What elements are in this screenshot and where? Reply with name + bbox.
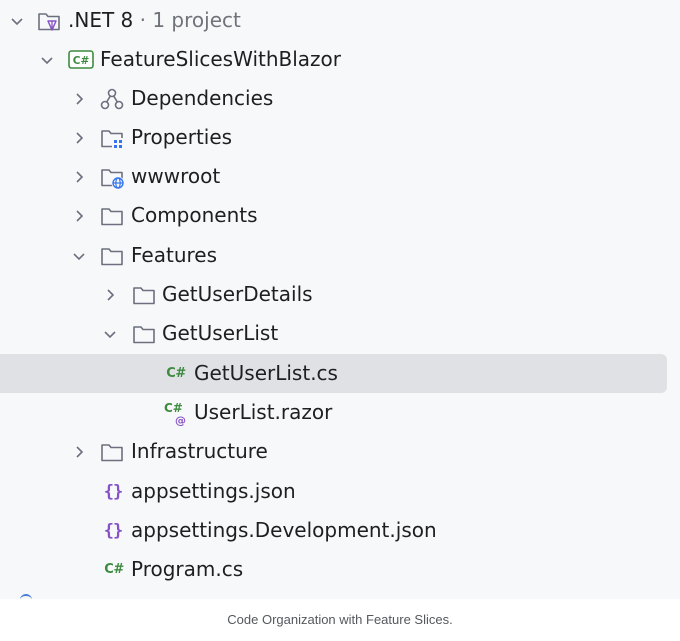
tree-row-get-user-list[interactable]: GetUserList (0, 314, 680, 353)
tree-row-project[interactable]: C# FeatureSlicesWithBlazor (0, 40, 680, 79)
json-glyph: {} (103, 481, 124, 502)
folder-icon (99, 243, 125, 269)
csharp-badge-text: C# (166, 366, 186, 381)
csharp-file-icon: C# (100, 557, 128, 583)
folder-icon (99, 439, 125, 465)
features-label: Features (131, 243, 217, 267)
chevron-right-icon[interactable] (70, 443, 88, 461)
chevron-right-icon[interactable] (70, 168, 88, 186)
razor-csharp-text: C# (164, 401, 183, 415)
user-list-razor-label: UserList.razor (194, 400, 333, 424)
solution-suffix: · 1 project (133, 8, 241, 32)
solution-folder-icon (36, 8, 62, 34)
tree-row-properties[interactable]: Properties (0, 118, 680, 157)
tree-row-features[interactable]: Features (0, 236, 680, 275)
appsettings-development-label: appsettings.Development.json (131, 518, 437, 542)
figure-caption: Code Organization with Feature Slices. (0, 599, 680, 630)
components-label: Components (131, 203, 258, 227)
chevron-down-icon[interactable] (8, 12, 26, 30)
solution-label: .NET 8 · 1 project (68, 1, 241, 40)
tree-row-program[interactable]: C# Program.cs (0, 550, 680, 589)
tree-row-appsettings-development[interactable]: {} appsettings.Development.json (0, 511, 680, 550)
csharp-badge-text: C# (73, 55, 90, 67)
tree-row-infrastructure[interactable]: Infrastructure (0, 432, 680, 471)
get-user-details-label: GetUserDetails (162, 282, 313, 306)
get-user-list-cs-label: GetUserList.cs (194, 361, 338, 385)
json-file-icon: {} (100, 479, 126, 505)
project-label: FeatureSlicesWithBlazor (100, 47, 342, 71)
chevron-down-icon[interactable] (38, 51, 56, 69)
folder-icon (99, 203, 125, 229)
tree-row-wwwroot[interactable]: wwwroot (0, 157, 680, 196)
project-explorer-panel: .NET 8 · 1 project C# FeatureSlicesWithB… (0, 0, 680, 599)
tree-row-get-user-details[interactable]: GetUserDetails (0, 275, 680, 314)
csharp-project-icon: C# (68, 47, 94, 73)
chevron-right-icon[interactable] (70, 207, 88, 225)
tree-row-get-user-list-cs[interactable]: C# GetUserList.cs (0, 354, 667, 393)
tree-row-user-list-razor[interactable]: C# @ UserList.razor (0, 393, 680, 432)
chevron-right-icon[interactable] (70, 90, 88, 108)
tree-row-appsettings[interactable]: {} appsettings.json (0, 472, 680, 511)
razor-at-text: @ (175, 414, 186, 427)
infrastructure-label: Infrastructure (131, 439, 268, 463)
folder-icon (131, 282, 157, 308)
appsettings-label: appsettings.json (131, 479, 296, 503)
chevron-down-icon[interactable] (70, 247, 88, 265)
chevron-right-icon[interactable] (70, 129, 88, 147)
web-folder-icon (99, 164, 125, 190)
json-file-icon: {} (100, 518, 126, 544)
csharp-badge-text: C# (104, 562, 124, 577)
tree-row-solution[interactable]: .NET 8 · 1 project (0, 1, 680, 40)
program-label: Program.cs (131, 557, 244, 581)
dependencies-icon (99, 86, 125, 112)
csharp-file-icon: C# (162, 361, 190, 387)
json-glyph: {} (103, 520, 124, 541)
chevron-down-icon[interactable] (101, 325, 119, 343)
solution-name: .NET 8 (68, 8, 134, 32)
tree-row-dependencies[interactable]: Dependencies (0, 79, 680, 118)
dependencies-label: Dependencies (131, 86, 274, 110)
properties-folder-icon (99, 125, 125, 151)
properties-label: Properties (131, 125, 233, 149)
folder-icon (131, 321, 157, 347)
razor-file-icon: C# @ (162, 400, 190, 427)
get-user-list-label: GetUserList (162, 321, 279, 345)
tree-row-components[interactable]: Components (0, 196, 680, 235)
chevron-right-icon[interactable] (101, 286, 119, 304)
wwwroot-label: wwwroot (131, 164, 221, 188)
